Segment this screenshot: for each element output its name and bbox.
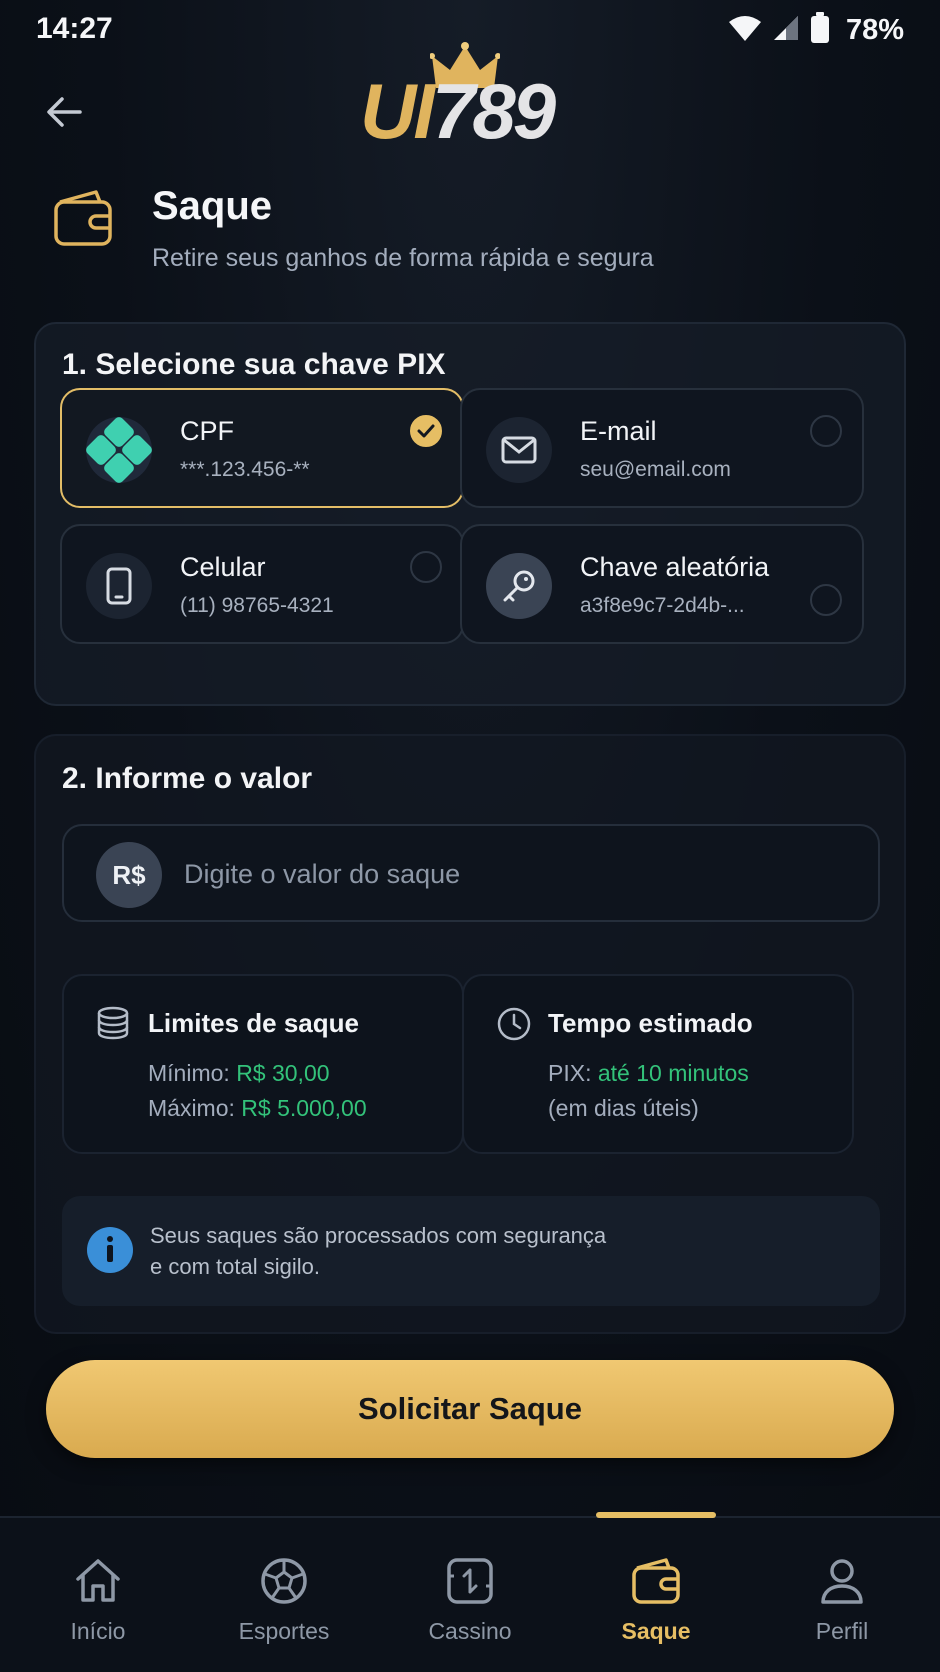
currency-badge: R$ — [96, 842, 162, 908]
wallet-icon — [630, 1554, 682, 1608]
pix-option-label: E-mail — [580, 416, 657, 446]
radio-unselected[interactable] — [810, 584, 842, 616]
min-limit: Mínimo: R$ 30,00 — [148, 1060, 330, 1086]
pix-option-label: Chave aleatória — [580, 552, 770, 582]
coins-stack-icon — [96, 1006, 130, 1045]
nav-item-cassino[interactable]: Cassino — [376, 1518, 564, 1672]
nav-item-esportes[interactable]: Esportes — [190, 1518, 378, 1672]
withdraw-limits-box: Limites de saque Mínimo: R$ 30,00 Máximo… — [62, 974, 464, 1154]
max-limit: Máximo: R$ 5.000,00 — [148, 1095, 367, 1121]
pix-option-email[interactable]: E-mail seu@email.com — [460, 388, 864, 508]
pix-option-random-key[interactable]: Chave aleatória a3f8e9c7-2d4b-... — [460, 524, 864, 644]
logo-wordmark: UI789 — [360, 67, 556, 155]
pix-option-value: seu@email.com — [580, 458, 731, 481]
bottom-nav: Início Esportes Cassino Saque Perfil — [0, 1512, 940, 1672]
pix-option-phone[interactable]: Celular (11) 98765-4321 — [60, 524, 464, 644]
soccer-ball-icon — [259, 1554, 309, 1608]
amount-input[interactable] — [184, 848, 844, 900]
radio-selected[interactable] — [410, 415, 442, 447]
brand-logo: UI789 — [360, 38, 580, 158]
withdraw-screen: 14:27 78% UI789 Saque Retire seus ganhos… — [0, 0, 940, 1672]
user-icon — [817, 1554, 867, 1608]
pix-icon — [86, 417, 152, 483]
mail-icon — [486, 417, 552, 483]
battery-icon — [810, 12, 830, 49]
pix-time: PIX: até 10 minutos — [548, 1060, 749, 1086]
min-value: R$ 30,00 — [236, 1060, 330, 1086]
notice-text: Seus saques são processados com seguranç… — [150, 1223, 607, 1279]
radio-unselected[interactable] — [410, 551, 442, 583]
pix-option-label: Celular — [180, 552, 266, 582]
status-icons: 78% — [728, 12, 904, 49]
casino-icon — [445, 1554, 495, 1608]
pix-option-cpf[interactable]: CPF ***.123.456-** — [60, 388, 464, 508]
amount-section-title: 2. Informe o valor — [62, 762, 313, 795]
request-withdraw-button[interactable]: Solicitar Saque — [46, 1360, 894, 1458]
business-days-note: (em dias úteis) — [548, 1095, 699, 1121]
limits-title: Limites de saque — [148, 1008, 359, 1038]
arrow-left-icon — [47, 97, 82, 127]
nav-item-inicio[interactable]: Início — [4, 1518, 192, 1672]
nav-item-saque[interactable]: Saque — [562, 1518, 750, 1672]
clock-icon — [496, 1006, 532, 1047]
pix-option-value: (11) 98765-4321 — [180, 594, 334, 617]
signal-icon — [772, 14, 800, 47]
check-icon — [417, 424, 435, 438]
pix-option-value: a3f8e9c7-2d4b-... — [580, 594, 745, 617]
wallet-icon — [52, 188, 116, 253]
pix-section-title: 1. Selecione sua chave PIX — [62, 348, 446, 381]
pix-key-section: 1. Selecione sua chave PIX CPF ***.123.4… — [34, 322, 906, 706]
key-icon — [486, 553, 552, 619]
wifi-icon — [728, 14, 762, 47]
pix-option-value: ***.123.456-** — [180, 458, 310, 481]
nav-item-perfil[interactable]: Perfil — [748, 1518, 936, 1672]
page-subtitle: Retire seus ganhos de forma rápida e seg… — [152, 244, 654, 272]
estimated-time-box: Tempo estimado PIX: até 10 minutos (em d… — [462, 974, 854, 1154]
back-button[interactable] — [38, 86, 90, 138]
amount-field[interactable]: R$ — [62, 824, 880, 922]
status-time: 14:27 — [36, 12, 113, 45]
info-icon — [86, 1226, 134, 1279]
home-icon — [73, 1554, 123, 1608]
phone-icon — [86, 553, 152, 619]
pix-time-value: até 10 minutos — [597, 1060, 749, 1086]
page-title: Saque — [152, 184, 273, 228]
pix-option-label: CPF — [180, 416, 234, 446]
battery-percent: 78% — [845, 14, 904, 46]
security-notice: Seus saques são processados com seguranç… — [62, 1196, 880, 1306]
max-value: R$ 5.000,00 — [241, 1095, 367, 1121]
time-title: Tempo estimado — [548, 1008, 753, 1038]
radio-unselected[interactable] — [810, 415, 842, 447]
amount-section: 2. Informe o valor R$ Limites de saque M… — [34, 734, 906, 1334]
